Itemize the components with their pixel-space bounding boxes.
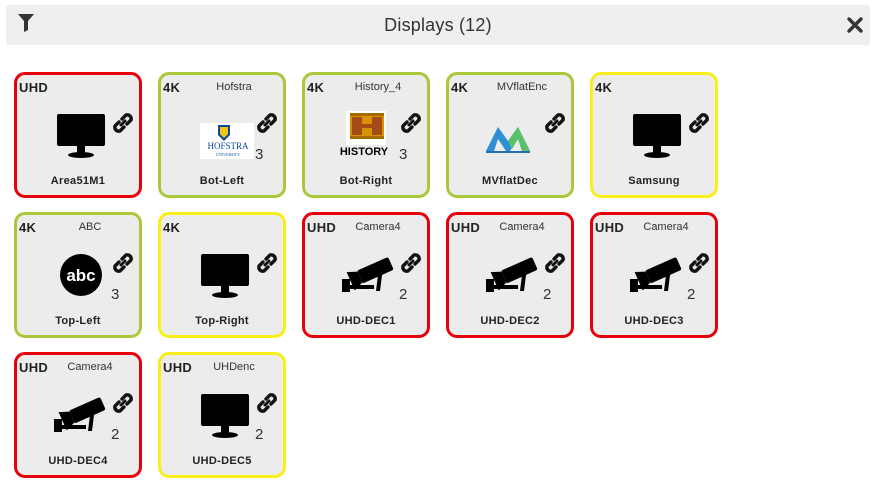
- display-tile[interactable]: UHD Area51M1: [14, 72, 142, 198]
- source-label: History_4: [354, 81, 402, 93]
- display-tile[interactable]: UHD Camera4 2 UHD-DEC3: [590, 212, 718, 338]
- link-count: 2: [111, 426, 120, 443]
- link-icon[interactable]: [254, 110, 280, 136]
- display-name: UHD-DEC4: [48, 455, 108, 467]
- source-label: MVflatEnc: [496, 81, 548, 93]
- link-icon[interactable]: [686, 110, 712, 136]
- logo-subtext: UNIVERSITY: [216, 152, 240, 157]
- display-name: Bot-Right: [339, 175, 393, 187]
- link-icon[interactable]: [110, 390, 136, 416]
- monitor-icon: [196, 389, 254, 439]
- monitor-icon: [196, 249, 254, 299]
- link-icon[interactable]: [254, 250, 280, 276]
- source-label: Camera4: [499, 221, 545, 233]
- monitor-icon: [628, 109, 686, 159]
- source-label: ABC: [78, 221, 102, 233]
- display-name: MVflatDec: [482, 175, 538, 187]
- link-icon[interactable]: [398, 110, 424, 136]
- resolution-label: 4K: [163, 220, 181, 235]
- link-count: 3: [255, 146, 264, 163]
- display-tile[interactable]: 4K Hofstra HOFSTRA UNIVERSITY 3 Bot-Left: [158, 72, 286, 198]
- display-tile[interactable]: 4K History_4 HISTORY 3 Bot-Right: [302, 72, 430, 198]
- display-name: UHD-DEC1: [336, 315, 396, 327]
- mvflat-logo: [484, 109, 542, 159]
- link-icon[interactable]: [398, 250, 424, 276]
- link-count: 2: [687, 286, 696, 303]
- abc-logo: abc: [52, 249, 110, 299]
- resolution-label: 4K: [19, 220, 37, 235]
- resolution-label: 4K: [163, 80, 181, 95]
- display-name: Top-Right: [195, 315, 249, 327]
- source-label: UHDenc: [213, 361, 255, 373]
- resolution-label: UHD: [307, 220, 337, 235]
- display-name: Bot-Left: [199, 175, 245, 187]
- link-count: 3: [111, 286, 120, 303]
- camera-icon: [340, 249, 398, 299]
- display-tile[interactable]: UHD Camera4 2 UHD-DEC2: [446, 212, 574, 338]
- resolution-label: 4K: [595, 80, 613, 95]
- display-tile[interactable]: 4K ABC abc 3 Top-Left: [14, 212, 142, 338]
- link-icon[interactable]: [686, 250, 712, 276]
- close-icon[interactable]: [846, 16, 864, 34]
- source-label: Camera4: [643, 221, 689, 233]
- resolution-label: UHD: [163, 360, 193, 375]
- link-count: 2: [255, 426, 264, 443]
- displays-header: Displays (12): [6, 5, 870, 45]
- link-count: 2: [399, 286, 408, 303]
- display-name: Top-Left: [55, 315, 101, 327]
- display-tile[interactable]: UHD Camera4 2 UHD-DEC4: [14, 352, 142, 478]
- resolution-label: UHD: [595, 220, 625, 235]
- link-icon[interactable]: [110, 110, 136, 136]
- link-icon[interactable]: [542, 110, 568, 136]
- display-tile[interactable]: 4K Top-Right: [158, 212, 286, 338]
- link-count: 3: [399, 146, 408, 163]
- resolution-label: 4K: [451, 80, 469, 95]
- display-name: Samsung: [628, 175, 680, 187]
- display-tile[interactable]: UHD Camera4 2 UHD-DEC1: [302, 212, 430, 338]
- link-icon[interactable]: [254, 390, 280, 416]
- display-name: Area51M1: [50, 175, 106, 187]
- resolution-label: 4K: [307, 80, 325, 95]
- logo-text: HISTORY: [340, 146, 389, 158]
- page-title: Displays (12): [384, 15, 492, 35]
- link-count: 2: [543, 286, 552, 303]
- link-icon[interactable]: [110, 250, 136, 276]
- resolution-label: UHD: [451, 220, 481, 235]
- history-logo: HISTORY: [340, 109, 398, 159]
- logo-text: HOFSTRA: [207, 141, 249, 151]
- camera-icon: [628, 249, 686, 299]
- display-tile[interactable]: 4K Samsung: [590, 72, 718, 198]
- display-tile[interactable]: 4K MVflatEnc MVflatDec: [446, 72, 574, 198]
- source-label: Hofstra: [216, 81, 252, 93]
- camera-icon: [484, 249, 542, 299]
- camera-icon: [52, 389, 110, 439]
- display-name: UHD-DEC5: [192, 455, 252, 467]
- source-label: Camera4: [355, 221, 401, 233]
- display-name: UHD-DEC2: [480, 315, 540, 327]
- link-icon[interactable]: [542, 250, 568, 276]
- display-tile[interactable]: UHD UHDenc 2 UHD-DEC5: [158, 352, 286, 478]
- monitor-icon: [52, 109, 110, 159]
- resolution-label: UHD: [19, 360, 49, 375]
- source-label: Camera4: [67, 361, 113, 373]
- resolution-label: UHD: [19, 80, 49, 95]
- hofstra-logo: HOFSTRA UNIVERSITY: [196, 109, 254, 159]
- display-name: UHD-DEC3: [624, 315, 684, 327]
- logo-text: abc: [66, 266, 95, 285]
